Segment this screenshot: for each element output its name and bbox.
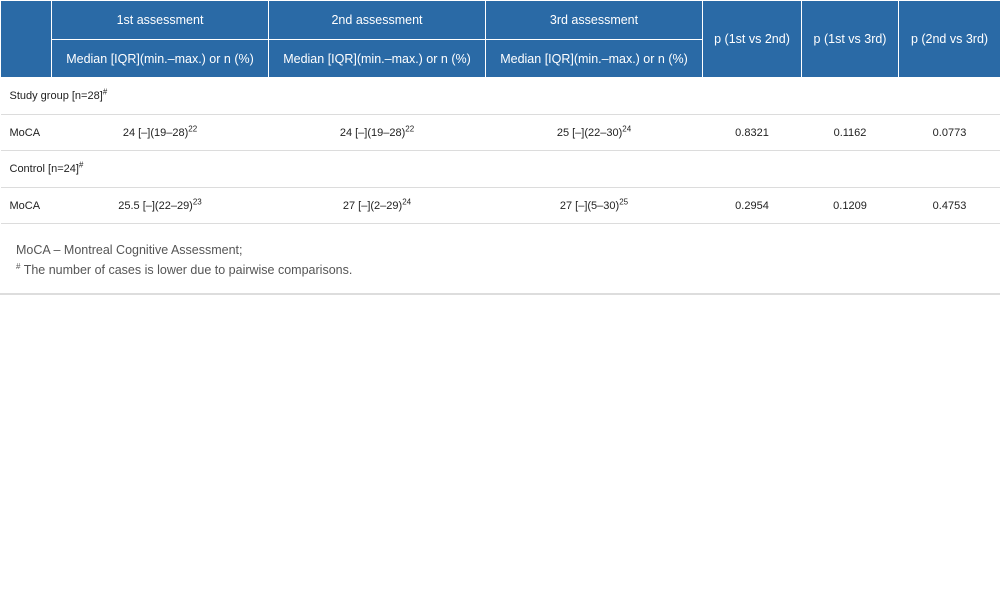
subheader-3: Median [IQR](min.–max.) or n (%) [485,39,703,78]
row-label: MoCA [0,114,52,151]
results-table: 1st assessment 2nd assessment 3rd assess… [0,0,1000,224]
cell-sup: 22 [188,123,198,133]
cell-p-2-vs-3: 0.4753 [898,187,1000,224]
cell-assessment-2: 27 [–](2–29)24 [268,187,486,224]
cell-value: 24 [–](19–28) [339,126,406,139]
group-label-cell: Study group [n=28]# [0,77,1000,115]
table-footnotes: MoCA – Montreal Cognitive Assessment; # … [0,224,1000,295]
cell-sup: 23 [192,196,202,206]
footnote-abbreviation: MoCA – Montreal Cognitive Assessment; [16,243,243,257]
group-label: Study group [n=28] [9,90,103,102]
footnote-pairwise: # The number of cases is lower due to pa… [16,260,984,280]
header-assessment-1: 1st assessment [51,0,269,40]
footnote-text: The number of cases is lower due to pair… [20,263,353,277]
cell-assessment-2: 24 [–](19–28)22 [268,114,486,151]
cell-p-1-vs-3: 0.1209 [801,187,899,224]
cell-assessment-3: 25 [–](22–30)24 [485,114,703,151]
cell-p-1-vs-2: 0.2954 [702,187,802,224]
table-row: MoCA 25.5 [–](22–29)23 27 [–](2–29)24 27… [0,187,1000,224]
cell-p-2-vs-3: 0.0773 [898,114,1000,151]
header-p-1-vs-3: p (1st vs 3rd) [801,0,899,78]
group-row-study: Study group [n=28]# [0,77,1000,115]
header-p-1-vs-2: p (1st vs 2nd) [702,0,802,78]
group-label: Control [n=24] [9,163,79,175]
cell-value: 24 [–](19–28) [122,126,189,139]
cell-sup: 25 [619,196,629,206]
cell-sup: 22 [405,123,415,133]
cell-sup: 24 [402,196,412,206]
corner-header [0,0,52,78]
cell-value: 25.5 [–](22–29) [118,199,193,212]
subheader-2: Median [IQR](min.–max.) or n (%) [268,39,486,78]
group-label-sup: # [102,87,108,97]
cell-value: 25 [–](22–30) [556,126,623,139]
cell-value: 27 [–](5–30) [559,199,620,212]
cell-p-1-vs-2: 0.8321 [702,114,802,151]
group-label-sup: # [78,160,84,170]
header-assessment-3: 3rd assessment [485,0,703,40]
cell-assessment-1: 25.5 [–](22–29)23 [51,187,269,224]
subheader-1: Median [IQR](min.–max.) or n (%) [51,39,269,78]
cell-sup: 24 [622,123,632,133]
group-row-control: Control [n=24]# [0,150,1000,188]
cell-p-1-vs-3: 0.1162 [801,114,899,151]
header-assessment-2: 2nd assessment [268,0,486,40]
table-row: MoCA 24 [–](19–28)22 24 [–](19–28)22 25 … [0,114,1000,151]
group-label-cell: Control [n=24]# [0,150,1000,188]
cell-assessment-1: 24 [–](19–28)22 [51,114,269,151]
row-label: MoCA [0,187,52,224]
header-p-2-vs-3: p (2nd vs 3rd) [898,0,1000,78]
cell-value: 27 [–](2–29) [342,199,403,212]
cell-assessment-3: 27 [–](5–30)25 [485,187,703,224]
